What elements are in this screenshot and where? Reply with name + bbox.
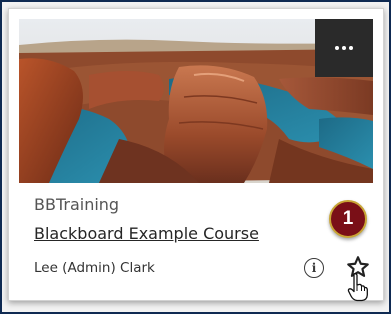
instructor-name: Lee (Admin) Clark xyxy=(34,260,155,276)
course-banner-image[interactable] xyxy=(19,19,373,183)
course-name-link[interactable]: Blackboard Example Course xyxy=(34,224,259,243)
info-icon[interactable]: i xyxy=(304,258,324,278)
info-glyph: i xyxy=(311,261,317,275)
course-card[interactable]: BBTraining Blackboard Example Course Lee… xyxy=(8,8,384,301)
hand-pointer-cursor-icon xyxy=(347,273,368,302)
ellipsis-icon xyxy=(335,46,353,50)
course-options-button[interactable] xyxy=(315,19,373,77)
step-number: 1 xyxy=(342,208,354,229)
screenshot-frame: BBTraining Blackboard Example Course Lee… xyxy=(0,0,391,314)
step-number-badge: 1 xyxy=(329,200,367,238)
course-id-label: BBTraining xyxy=(34,195,120,214)
